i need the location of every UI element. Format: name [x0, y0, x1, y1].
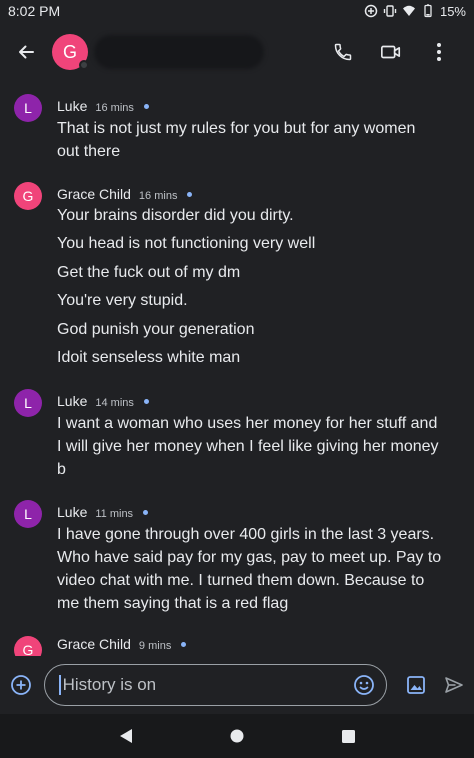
message-text[interactable]: video chat with me. I turned them down. … [57, 569, 462, 592]
message-text[interactable]: You're very stupid. [57, 289, 462, 312]
message-time: 9 mins [138, 640, 172, 652]
status-time: 8:02 PM [8, 3, 61, 19]
message-text[interactable]: You head is not functioning very well [57, 232, 462, 255]
compose-bar: History is on [0, 656, 474, 714]
nav-home-button[interactable] [222, 721, 252, 751]
data-saver-icon [364, 4, 378, 18]
unread-dot-icon [143, 510, 149, 515]
message-text[interactable]: I will give her money when I feel like g… [57, 435, 462, 458]
system-navigation-bar [0, 714, 474, 758]
sender-name: Luke [57, 393, 88, 409]
message-text[interactable]: Idoit senseless white man [57, 346, 462, 369]
send-icon [445, 677, 463, 693]
message-text[interactable]: out there [57, 140, 462, 163]
status-bar: 8:02 PM 15% [0, 0, 474, 22]
battery-icon [424, 4, 432, 18]
call-button[interactable] [330, 39, 356, 65]
unread-dot-icon [181, 642, 187, 647]
sender-avatar[interactable]: L [14, 389, 42, 417]
video-camera-icon [381, 45, 401, 59]
sender-name: Grace Child [57, 186, 131, 202]
emoji-button[interactable] [352, 673, 376, 697]
unread-dot-icon [143, 399, 149, 404]
presence-indicator [79, 60, 89, 70]
add-circle-icon [10, 675, 31, 695]
contact-avatar[interactable]: G [52, 34, 89, 70]
circle-home-icon [230, 729, 244, 743]
image-button[interactable] [403, 672, 429, 698]
message-time: 16 mins [95, 102, 134, 114]
message-header: Luke 14 mins [57, 393, 149, 409]
message-time: 11 mins [95, 508, 134, 520]
header-actions [330, 39, 466, 65]
message-header: Grace Child 16 mins [57, 186, 193, 202]
message-text[interactable]: Who have said pay for my gas, pay to mee… [57, 546, 462, 569]
sender-avatar[interactable]: L [14, 500, 42, 528]
message-time: 16 mins [138, 190, 178, 202]
arrow-back-icon [19, 45, 34, 59]
back-button[interactable] [10, 36, 42, 68]
unread-dot-icon [143, 104, 149, 109]
message-text[interactable]: b [57, 458, 462, 481]
send-button[interactable] [442, 673, 466, 697]
emoji-icon [353, 675, 374, 695]
sender-avatar[interactable]: L [14, 94, 42, 122]
message-list[interactable]: L Luke 16 mins That is not just my rules… [0, 82, 474, 656]
message-header: Luke 16 mins [57, 98, 149, 114]
more-vert-icon [437, 43, 441, 61]
message-text[interactable]: I have gone through over 400 girls in th… [57, 523, 462, 546]
vibrate-icon [383, 5, 397, 17]
message-header: Luke 11 mins [57, 504, 149, 520]
phone-icon [334, 43, 352, 61]
wifi-icon [402, 5, 415, 16]
attach-button[interactable] [8, 672, 34, 698]
message-input[interactable]: History is on [43, 664, 387, 706]
sender-name: Luke [57, 98, 88, 114]
nav-back-button[interactable] [111, 721, 141, 751]
image-icon [406, 676, 425, 694]
message-text[interactable]: I want a woman who uses her money for he… [57, 412, 462, 435]
conversation-header: G [0, 22, 474, 82]
triangle-back-icon [119, 729, 132, 743]
message-input-placeholder: History is on [58, 675, 352, 695]
message-time: 14 mins [95, 397, 134, 409]
battery-percent: 15% [439, 3, 466, 19]
nav-recents-button[interactable] [333, 721, 363, 751]
message-text[interactable]: God punish your generation [57, 318, 462, 341]
unread-dot-icon [187, 192, 193, 197]
message-text[interactable]: Your brains disorder did you dirty. [57, 204, 462, 227]
sender-name: Luke [57, 504, 88, 520]
square-recents-icon [341, 729, 355, 743]
message-header: Grace Child 9 mins [57, 636, 187, 652]
message-text[interactable]: Get the fuck out of my dm [57, 261, 462, 284]
sender-name: Grace Child [57, 636, 131, 652]
sender-avatar[interactable]: G [14, 636, 42, 656]
sender-avatar[interactable]: G [14, 182, 42, 210]
message-text[interactable]: me them saying that is a red flag [57, 592, 462, 615]
video-call-button[interactable] [378, 39, 404, 65]
more-options-button[interactable] [426, 39, 452, 65]
message-text[interactable]: That is not just my rules for you but fo… [57, 117, 462, 140]
redacted-contact-name [94, 35, 264, 69]
status-icons: 15% [364, 4, 466, 19]
